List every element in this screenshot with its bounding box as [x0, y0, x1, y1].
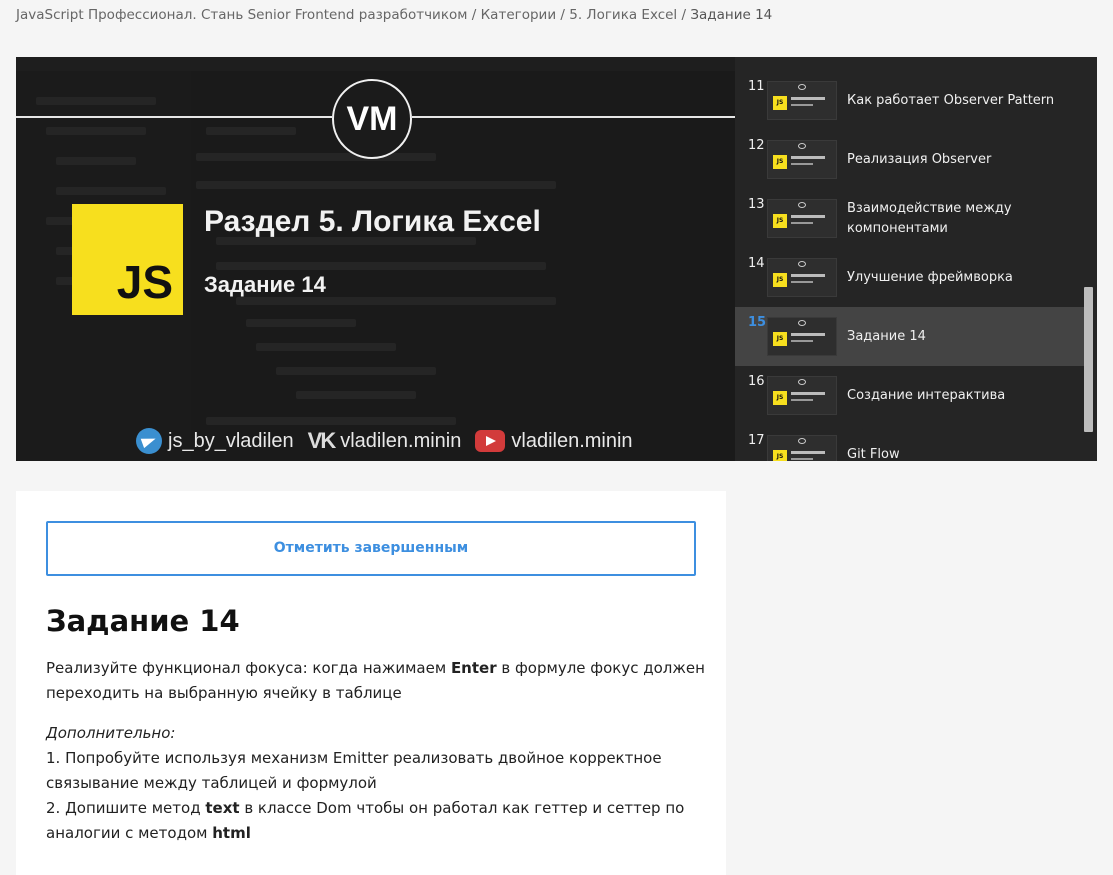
youtube-handle: vladilen.minin	[511, 429, 633, 452]
telegram-icon	[136, 428, 162, 454]
playlist-item-number: 12	[748, 138, 765, 153]
playlist-item-thumbnail: JS	[767, 317, 837, 356]
breadcrumb-section[interactable]: 5. Логика Excel	[569, 7, 677, 23]
playlist-item-title: Улучшение фреймворка	[847, 269, 1013, 285]
extra-item-2: 2. Допишите метод text в классе Dom чтоб…	[46, 799, 685, 842]
playlist-item[interactable]: 13 JS Взаимодействие между компонентами	[735, 189, 1087, 248]
extra-heading: Дополнительно:	[46, 724, 176, 742]
playlist-item-active[interactable]: 15 JS Задание 14	[735, 307, 1087, 366]
playlist-item-title: Задание 14	[847, 328, 926, 344]
playlist-item-title: Создание интерактива	[847, 387, 1006, 403]
lesson-title: Задание 14	[46, 604, 240, 638]
playlist-item-number: 15	[748, 315, 767, 330]
playlist-item[interactable]: 11 JS Как работает Observer Pattern	[735, 71, 1087, 130]
playlist-item-thumbnail: JS	[767, 140, 837, 179]
youtube-icon	[475, 430, 506, 452]
breadcrumb: JavaScript Профессионал. Стань Senior Fr…	[16, 7, 772, 23]
vm-logo: VM	[332, 79, 412, 159]
playlist-item-title: Реализация Observer	[847, 151, 992, 167]
mark-complete-button[interactable]: Отметить завершенным	[46, 521, 696, 576]
breadcrumb-separator: /	[471, 7, 477, 23]
playlist-item-thumbnail: JS	[767, 258, 837, 297]
playlist-item[interactable]: 17 JS Git Flow	[735, 425, 1087, 461]
breadcrumb-categories[interactable]: Категории	[481, 7, 557, 23]
lesson-card: Отметить завершенным Задание 14 Реализуй…	[16, 491, 726, 875]
lesson-description: Реализуйте функционал фокуса: когда нажи…	[46, 659, 705, 702]
extra-item-1: 1. Попробуйте используя механизм Emitter…	[46, 749, 662, 792]
playlist-item-number: 14	[748, 256, 765, 271]
playlist-item[interactable]: 16 JS Создание интерактива	[735, 366, 1087, 425]
breadcrumb-course[interactable]: JavaScript Профессионал. Стань Senior Fr…	[16, 7, 467, 23]
playlist-item-number: 17	[748, 433, 765, 448]
breadcrumb-separator: /	[681, 7, 687, 23]
breadcrumb-current: Задание 14	[690, 7, 773, 23]
playlist-scrollbar[interactable]	[1084, 287, 1093, 432]
playlist-item-number: 11	[748, 79, 765, 94]
lesson-extra: Дополнительно: 1. Попробуйте используя м…	[46, 721, 706, 846]
playlist-item-thumbnail: JS	[767, 81, 837, 120]
playlist[interactable]: 11 JS Как работает Observer Pattern 12 J…	[735, 57, 1097, 461]
playlist-item[interactable]: 14 JS Улучшение фреймворка	[735, 248, 1087, 307]
js-logo: JS	[72, 204, 183, 315]
playlist-item-thumbnail: JS	[767, 199, 837, 238]
vk-handle: vladilen.minin	[340, 429, 462, 452]
playlist-item-number: 16	[748, 374, 765, 389]
playlist-item-thumbnail: JS	[767, 376, 837, 415]
playlist-item[interactable]: 12 JS Реализация Observer	[735, 130, 1087, 189]
video-title: Раздел 5. Логика Excel	[204, 205, 541, 238]
playlist-item-title: Как работает Observer Pattern	[847, 92, 1055, 108]
telegram-handle: js_by_vladilen	[168, 429, 294, 452]
playlist-item-thumbnail: JS	[767, 435, 837, 461]
breadcrumb-separator: /	[560, 7, 565, 23]
player-row: VM JS Раздел 5. Логика Excel Задание 14 …	[16, 57, 1097, 461]
video-socials: js_by_vladilen VK vladilen.minin vladile…	[136, 427, 647, 455]
playlist-item-title: Взаимодействие между компонентами	[847, 200, 1012, 236]
playlist-item-number: 13	[748, 197, 765, 212]
video-subtitle: Задание 14	[204, 272, 326, 297]
vk-icon: VK	[307, 428, 337, 453]
video-player[interactable]: VM JS Раздел 5. Логика Excel Задание 14 …	[16, 57, 735, 461]
playlist-item-title: Git Flow	[847, 446, 900, 462]
